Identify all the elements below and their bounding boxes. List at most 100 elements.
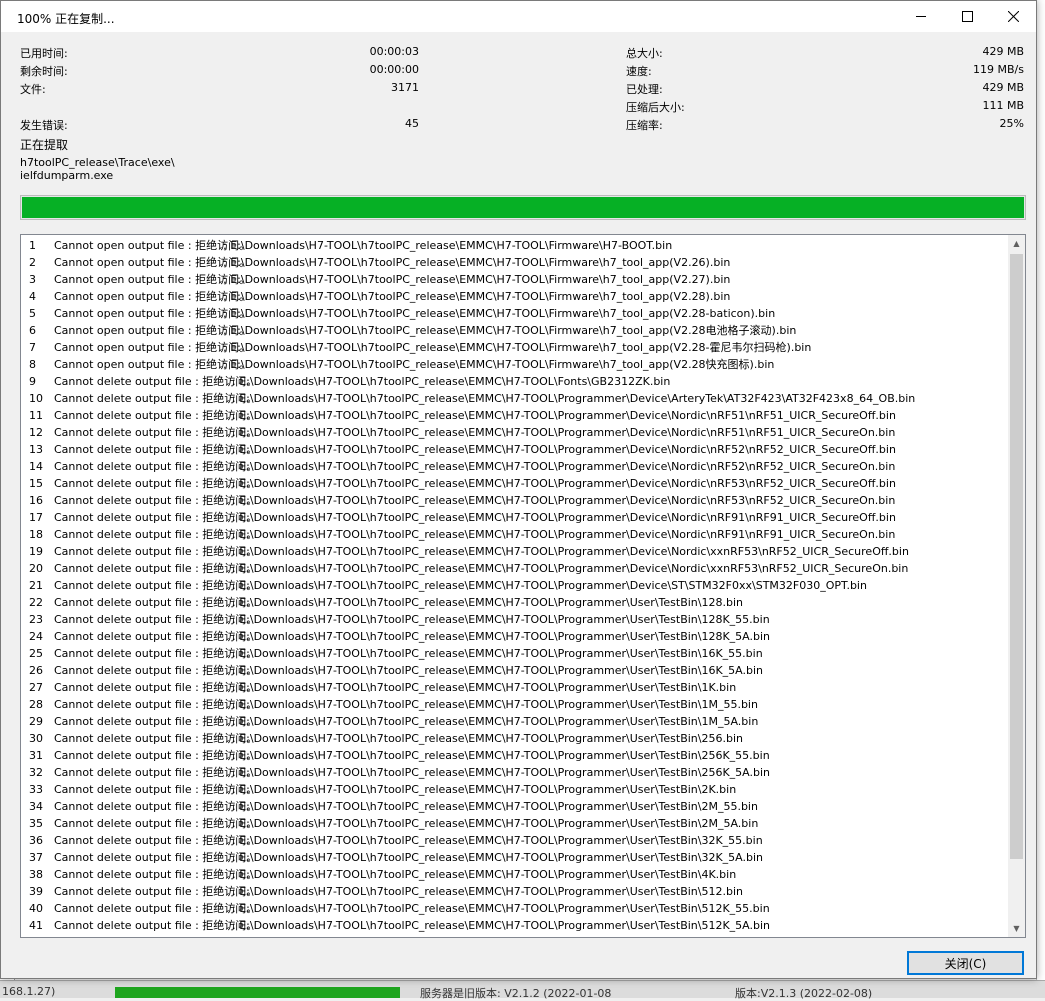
log-row[interactable]: 2 Cannot open output file : 拒绝访问。: E:\Dow… xyxy=(21,254,1008,271)
log-row-number: 13 xyxy=(29,443,43,456)
log-row-number: 1 xyxy=(29,239,36,252)
log-row-number: 16 xyxy=(29,494,43,507)
log-row-path: : E:\Downloads\H7-TOOL\h7toolPC_release\… xyxy=(232,800,758,813)
compressed-size-value: 111 MB xyxy=(982,99,1024,112)
log-row[interactable]: 8 Cannot open output file : 拒绝访问。: E:\Dow… xyxy=(21,356,1008,373)
log-row-message: Cannot delete output file : 拒绝访问。 xyxy=(54,579,258,592)
elapsed-time-label: 已用时间: xyxy=(20,47,68,60)
log-row-message: Cannot delete output file : 拒绝访问。 xyxy=(54,477,258,490)
log-row-number: 37 xyxy=(29,851,43,864)
log-row-number: 8 xyxy=(29,358,36,371)
log-row-number: 9 xyxy=(29,375,36,388)
log-row[interactable]: 13 Cannot delete output file : 拒绝访问。: E:\… xyxy=(21,441,1008,458)
progress-bar-fill xyxy=(22,197,1024,218)
log-row[interactable]: 40 Cannot delete output file : 拒绝访问。: E:\… xyxy=(21,900,1008,917)
log-row[interactable]: 26 Cannot delete output file : 拒绝访问。: E:\… xyxy=(21,662,1008,679)
log-row-path: : E:\Downloads\H7-TOOL\h7toolPC_release\… xyxy=(232,596,743,609)
log-row-number: 5 xyxy=(29,307,36,320)
log-row[interactable]: 24 Cannot delete output file : 拒绝访问。: E:\… xyxy=(21,628,1008,645)
log-row[interactable]: 37 Cannot delete output file : 拒绝访问。: E:\… xyxy=(21,849,1008,866)
error-log-list[interactable]: 1 Cannot open output file : 拒绝访问。 : E:\Dow… xyxy=(20,234,1026,938)
compression-ratio-value: 25% xyxy=(999,117,1024,130)
close-icon xyxy=(1007,11,1019,22)
log-row-number: 29 xyxy=(29,715,43,728)
log-row[interactable]: 4 Cannot open output file : 拒绝访问。: E:\Dow… xyxy=(21,288,1008,305)
log-row-number: 30 xyxy=(29,732,43,745)
log-row[interactable]: 9 Cannot delete output file : 拒绝访问。: E:\D… xyxy=(21,373,1008,390)
log-row-message: Cannot delete output file : 拒绝访问。 xyxy=(54,749,258,762)
log-row-message: Cannot open output file : 拒绝访问。 xyxy=(54,307,251,320)
log-row-path: : E:\Downloads\H7-TOOL\h7toolPC_release\… xyxy=(232,766,771,779)
log-row-path: : E:\Downloads\H7-TOOL\h7toolPC_release\… xyxy=(232,885,743,898)
log-row[interactable]: 34 Cannot delete output file : 拒绝访问。: E:\… xyxy=(21,798,1008,815)
log-row-message: Cannot delete output file : 拒绝访问。 xyxy=(54,698,258,711)
scroll-down-button[interactable]: ▼ xyxy=(1008,920,1025,937)
log-row-number: 28 xyxy=(29,698,43,711)
log-row[interactable]: 7 Cannot open output file : 拒绝访问。: E:\Dow… xyxy=(21,339,1008,356)
log-row-number: 36 xyxy=(29,834,43,847)
log-row-number: 35 xyxy=(29,817,43,830)
log-row-message: Cannot delete output file : 拒绝访问。 xyxy=(54,630,258,643)
close-window-button[interactable] xyxy=(990,1,1036,32)
log-row[interactable]: 6 Cannot open output file : 拒绝访问。: E:\Dow… xyxy=(21,322,1008,339)
scroll-thumb[interactable] xyxy=(1010,254,1023,859)
log-row[interactable]: 5 Cannot open output file : 拒绝访问。: E:\Dow… xyxy=(21,305,1008,322)
speed-value: 119 MB/s xyxy=(973,63,1024,76)
log-row[interactable]: 25 Cannot delete output file : 拒绝访问。: E:\… xyxy=(21,645,1008,662)
log-row[interactable]: 19 Cannot delete output file : 拒绝访问。: E:\… xyxy=(21,543,1008,560)
log-row-message: Cannot delete output file : 拒绝访问。 xyxy=(54,664,258,677)
log-row[interactable]: 18 Cannot delete output file : 拒绝访问。: E:\… xyxy=(21,526,1008,543)
compression-ratio-label: 压缩率: xyxy=(626,119,663,132)
log-row[interactable]: 17 Cannot delete output file : 拒绝访问。: E:\… xyxy=(21,509,1008,526)
log-row[interactable]: 29 Cannot delete output file : 拒绝访问。: E:\… xyxy=(21,713,1008,730)
log-row[interactable]: 36 Cannot delete output file : 拒绝访问。: E:\… xyxy=(21,832,1008,849)
files-value: 3171 xyxy=(391,81,419,94)
log-row[interactable]: 21 Cannot delete output file : 拒绝访问。: E:\… xyxy=(21,577,1008,594)
log-row[interactable]: 23 Cannot delete output file : 拒绝访问。: E:\… xyxy=(21,611,1008,628)
log-row[interactable]: 22 Cannot delete output file : 拒绝访问。: E:\… xyxy=(21,594,1008,611)
log-row[interactable]: 31 Cannot delete output file : 拒绝访问。: E:\… xyxy=(21,747,1008,764)
log-row-number: 33 xyxy=(29,783,43,796)
log-row[interactable]: 28 Cannot delete output file : 拒绝访问。: E:\… xyxy=(21,696,1008,713)
log-row[interactable]: 3 Cannot open output file : 拒绝访问。: E:\Dow… xyxy=(21,271,1008,288)
background-ip-text: 168.1.27) xyxy=(2,985,56,998)
log-row[interactable]: 35 Cannot delete output file : 拒绝访问。: E:\… xyxy=(21,815,1008,832)
log-row[interactable]: 15 Cannot delete output file : 拒绝访问。: E:\… xyxy=(21,475,1008,492)
log-row-number: 3 xyxy=(29,273,36,286)
background-server-version: 服务器是旧版本: V2.1.2 (2022-01-08 xyxy=(420,987,612,1000)
log-row[interactable]: 10 Cannot delete output file : 拒绝访问。: E:\… xyxy=(21,390,1008,407)
log-row-message: Cannot delete output file : 拒绝访问。 xyxy=(54,715,258,728)
log-row[interactable]: 39 Cannot delete output file : 拒绝访问。: E:\… xyxy=(21,883,1008,900)
log-row-message: Cannot delete output file : 拒绝访问。 xyxy=(54,766,258,779)
log-row[interactable]: 30 Cannot delete output file : 拒绝访问。: E:\… xyxy=(21,730,1008,747)
log-row[interactable]: 11 Cannot delete output file : 拒绝访问。: E:\… xyxy=(21,407,1008,424)
log-row-number: 15 xyxy=(29,477,43,490)
log-row[interactable]: 33 Cannot delete output file : 拒绝访问。: E:\… xyxy=(21,781,1008,798)
log-row-path: : E:\Downloads\H7-TOOL\h7toolPC_release\… xyxy=(232,664,764,677)
log-row[interactable]: 16 Cannot delete output file : 拒绝访问。: E:\… xyxy=(21,492,1008,509)
maximize-button[interactable] xyxy=(944,1,990,32)
close-button[interactable]: 关闭(C) xyxy=(907,951,1024,975)
log-row[interactable]: 14 Cannot delete output file : 拒绝访问。: E:\… xyxy=(21,458,1008,475)
log-row-message: Cannot open output file : 拒绝访问。 xyxy=(54,273,251,286)
progress-bar xyxy=(20,195,1026,220)
minimize-icon xyxy=(916,16,926,17)
log-row-path: : E:\Downloads\H7-TOOL\h7toolPC_release\… xyxy=(232,545,909,558)
log-row-number: 38 xyxy=(29,868,43,881)
log-row[interactable]: 20 Cannot delete output file : 拒绝访问。: E:\… xyxy=(21,560,1008,577)
scroll-up-button[interactable]: ▲ xyxy=(1008,235,1025,252)
remaining-time-value: 00:00:00 xyxy=(369,63,419,76)
log-row[interactable]: 12 Cannot delete output file : 拒绝访问。: E:\… xyxy=(21,424,1008,441)
errors-label: 发生错误: xyxy=(20,119,68,132)
log-row-message: Cannot delete output file : 拒绝访问。 xyxy=(54,732,258,745)
log-row[interactable]: 41 Cannot delete output file : 拒绝访问。: E:\… xyxy=(21,917,1008,934)
log-row[interactable]: 38 Cannot delete output file : 拒绝访问。: E:\… xyxy=(21,866,1008,883)
log-row-number: 25 xyxy=(29,647,43,660)
log-row[interactable]: 1 Cannot open output file : 拒绝访问。: E:\Dow… xyxy=(21,237,1008,254)
vertical-scrollbar[interactable]: ▲ ▼ xyxy=(1008,235,1025,937)
log-row[interactable]: 27 Cannot delete output file : 拒绝访问。: E:\… xyxy=(21,679,1008,696)
log-row-path: : E:\Downloads\H7-TOOL\h7toolPC_release\… xyxy=(223,239,673,252)
log-row[interactable]: 32 Cannot delete output file : 拒绝访问。: E:\… xyxy=(21,764,1008,781)
minimize-button[interactable] xyxy=(898,1,944,32)
log-row-number: 20 xyxy=(29,562,43,575)
